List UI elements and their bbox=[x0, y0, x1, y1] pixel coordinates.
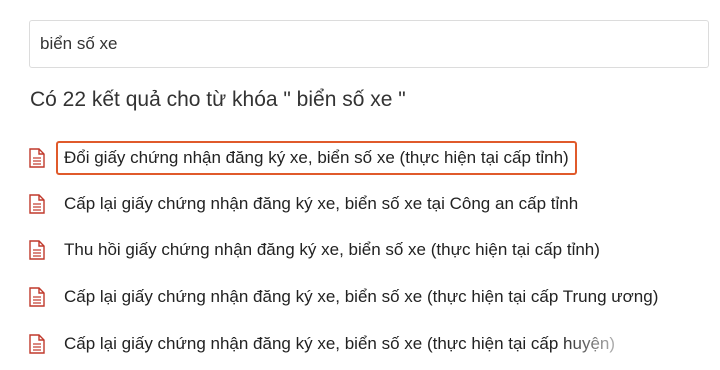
result-item[interactable]: Thu hồi giấy chứng nhận đăng ký xe, biển… bbox=[28, 233, 608, 267]
document-icon bbox=[28, 334, 46, 354]
result-link[interactable]: Thu hồi giấy chứng nhận đăng ký xe, biển… bbox=[56, 233, 608, 267]
result-link[interactable]: Cấp lại giấy chứng nhận đăng ký xe, biển… bbox=[56, 327, 623, 361]
document-icon bbox=[28, 287, 46, 307]
results-list: Đổi giấy chứng nhận đăng ký xe, biển số … bbox=[0, 0, 720, 370]
result-item[interactable]: Đổi giấy chứng nhận đăng ký xe, biển số … bbox=[28, 141, 577, 175]
document-icon bbox=[28, 240, 46, 260]
result-item[interactable]: Cấp lại giấy chứng nhận đăng ký xe, biển… bbox=[28, 187, 586, 221]
result-link[interactable]: Cấp lại giấy chứng nhận đăng ký xe, biển… bbox=[56, 280, 666, 314]
document-icon bbox=[28, 194, 46, 214]
result-link[interactable]: Đổi giấy chứng nhận đăng ký xe, biển số … bbox=[56, 141, 577, 175]
result-item[interactable]: Cấp lại giấy chứng nhận đăng ký xe, biển… bbox=[28, 327, 623, 361]
result-link[interactable]: Cấp lại giấy chứng nhận đăng ký xe, biển… bbox=[56, 187, 586, 221]
result-item[interactable]: Cấp lại giấy chứng nhận đăng ký xe, biển… bbox=[28, 280, 666, 314]
document-icon bbox=[28, 148, 46, 168]
